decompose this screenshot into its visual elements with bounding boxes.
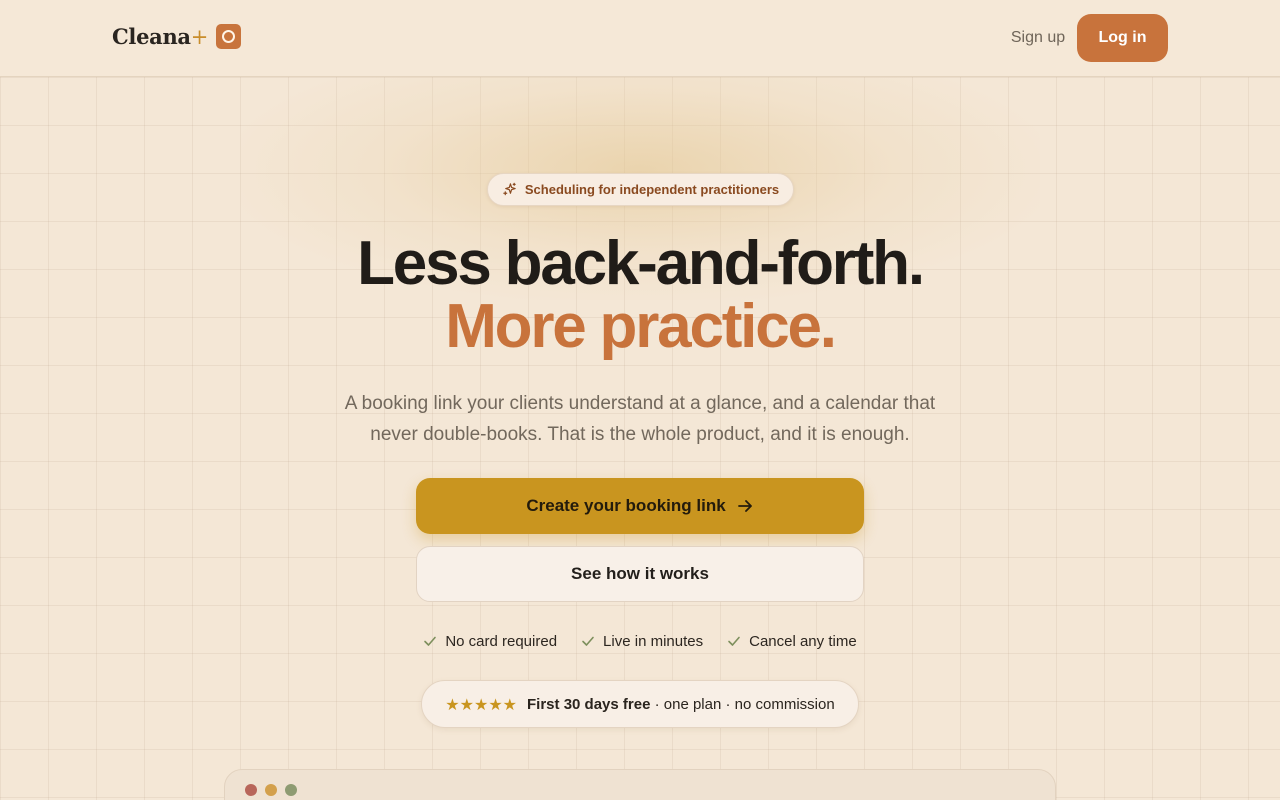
check-label: Live in minutes <box>603 632 704 650</box>
hero-badge: Scheduling for independent practitioners <box>487 173 794 206</box>
see-how-it-works-button[interactable]: See how it works <box>416 546 864 602</box>
check-item: Cancel any time <box>727 630 857 652</box>
check-icon <box>424 636 437 646</box>
check-item: Live in minutes <box>581 630 703 652</box>
rating-stars-icon: ★★★★★ <box>445 694 518 714</box>
window-maximize-dot <box>285 784 297 796</box>
signup-link[interactable]: Sign up <box>1002 27 1074 49</box>
check-label: No card required <box>445 632 558 650</box>
arrow-right-icon <box>737 500 752 512</box>
headline-line-2: More practice. <box>445 292 837 361</box>
logo[interactable]: Cleana+ <box>112 24 242 49</box>
top-nav: Cleana+ Sign up Log in <box>0 0 1280 77</box>
check-icon <box>728 636 740 646</box>
badge-text: Scheduling for independent practitioners <box>524 182 780 197</box>
create-booking-link-button[interactable]: Create your booking link <box>416 478 864 534</box>
check-item: No card required <box>423 630 557 652</box>
logo-text: Cleana+ <box>112 24 209 49</box>
hero-subtitle: A booking link your clients understand a… <box>344 393 936 445</box>
window-minimize-dot <box>265 784 277 796</box>
sparkles-icon <box>503 182 516 196</box>
login-button[interactable]: Log in <box>1077 14 1168 62</box>
create-booking-link-label: Create your booking link <box>526 496 726 515</box>
logo-mark-icon <box>216 24 242 49</box>
offer-pill: ★★★★★ First 30 days free · one plan · no… <box>421 680 859 728</box>
offer-text: First 30 days free · one plan · no commi… <box>527 695 835 713</box>
check-label: Cancel any time <box>749 632 857 650</box>
feature-checks: No card required Live in minutes Cancel … <box>340 630 940 652</box>
app-preview-window <box>224 769 1056 800</box>
headline-line-1: Less back-and-forth. <box>357 229 925 298</box>
check-icon <box>582 636 594 646</box>
window-close-dot <box>245 784 257 796</box>
